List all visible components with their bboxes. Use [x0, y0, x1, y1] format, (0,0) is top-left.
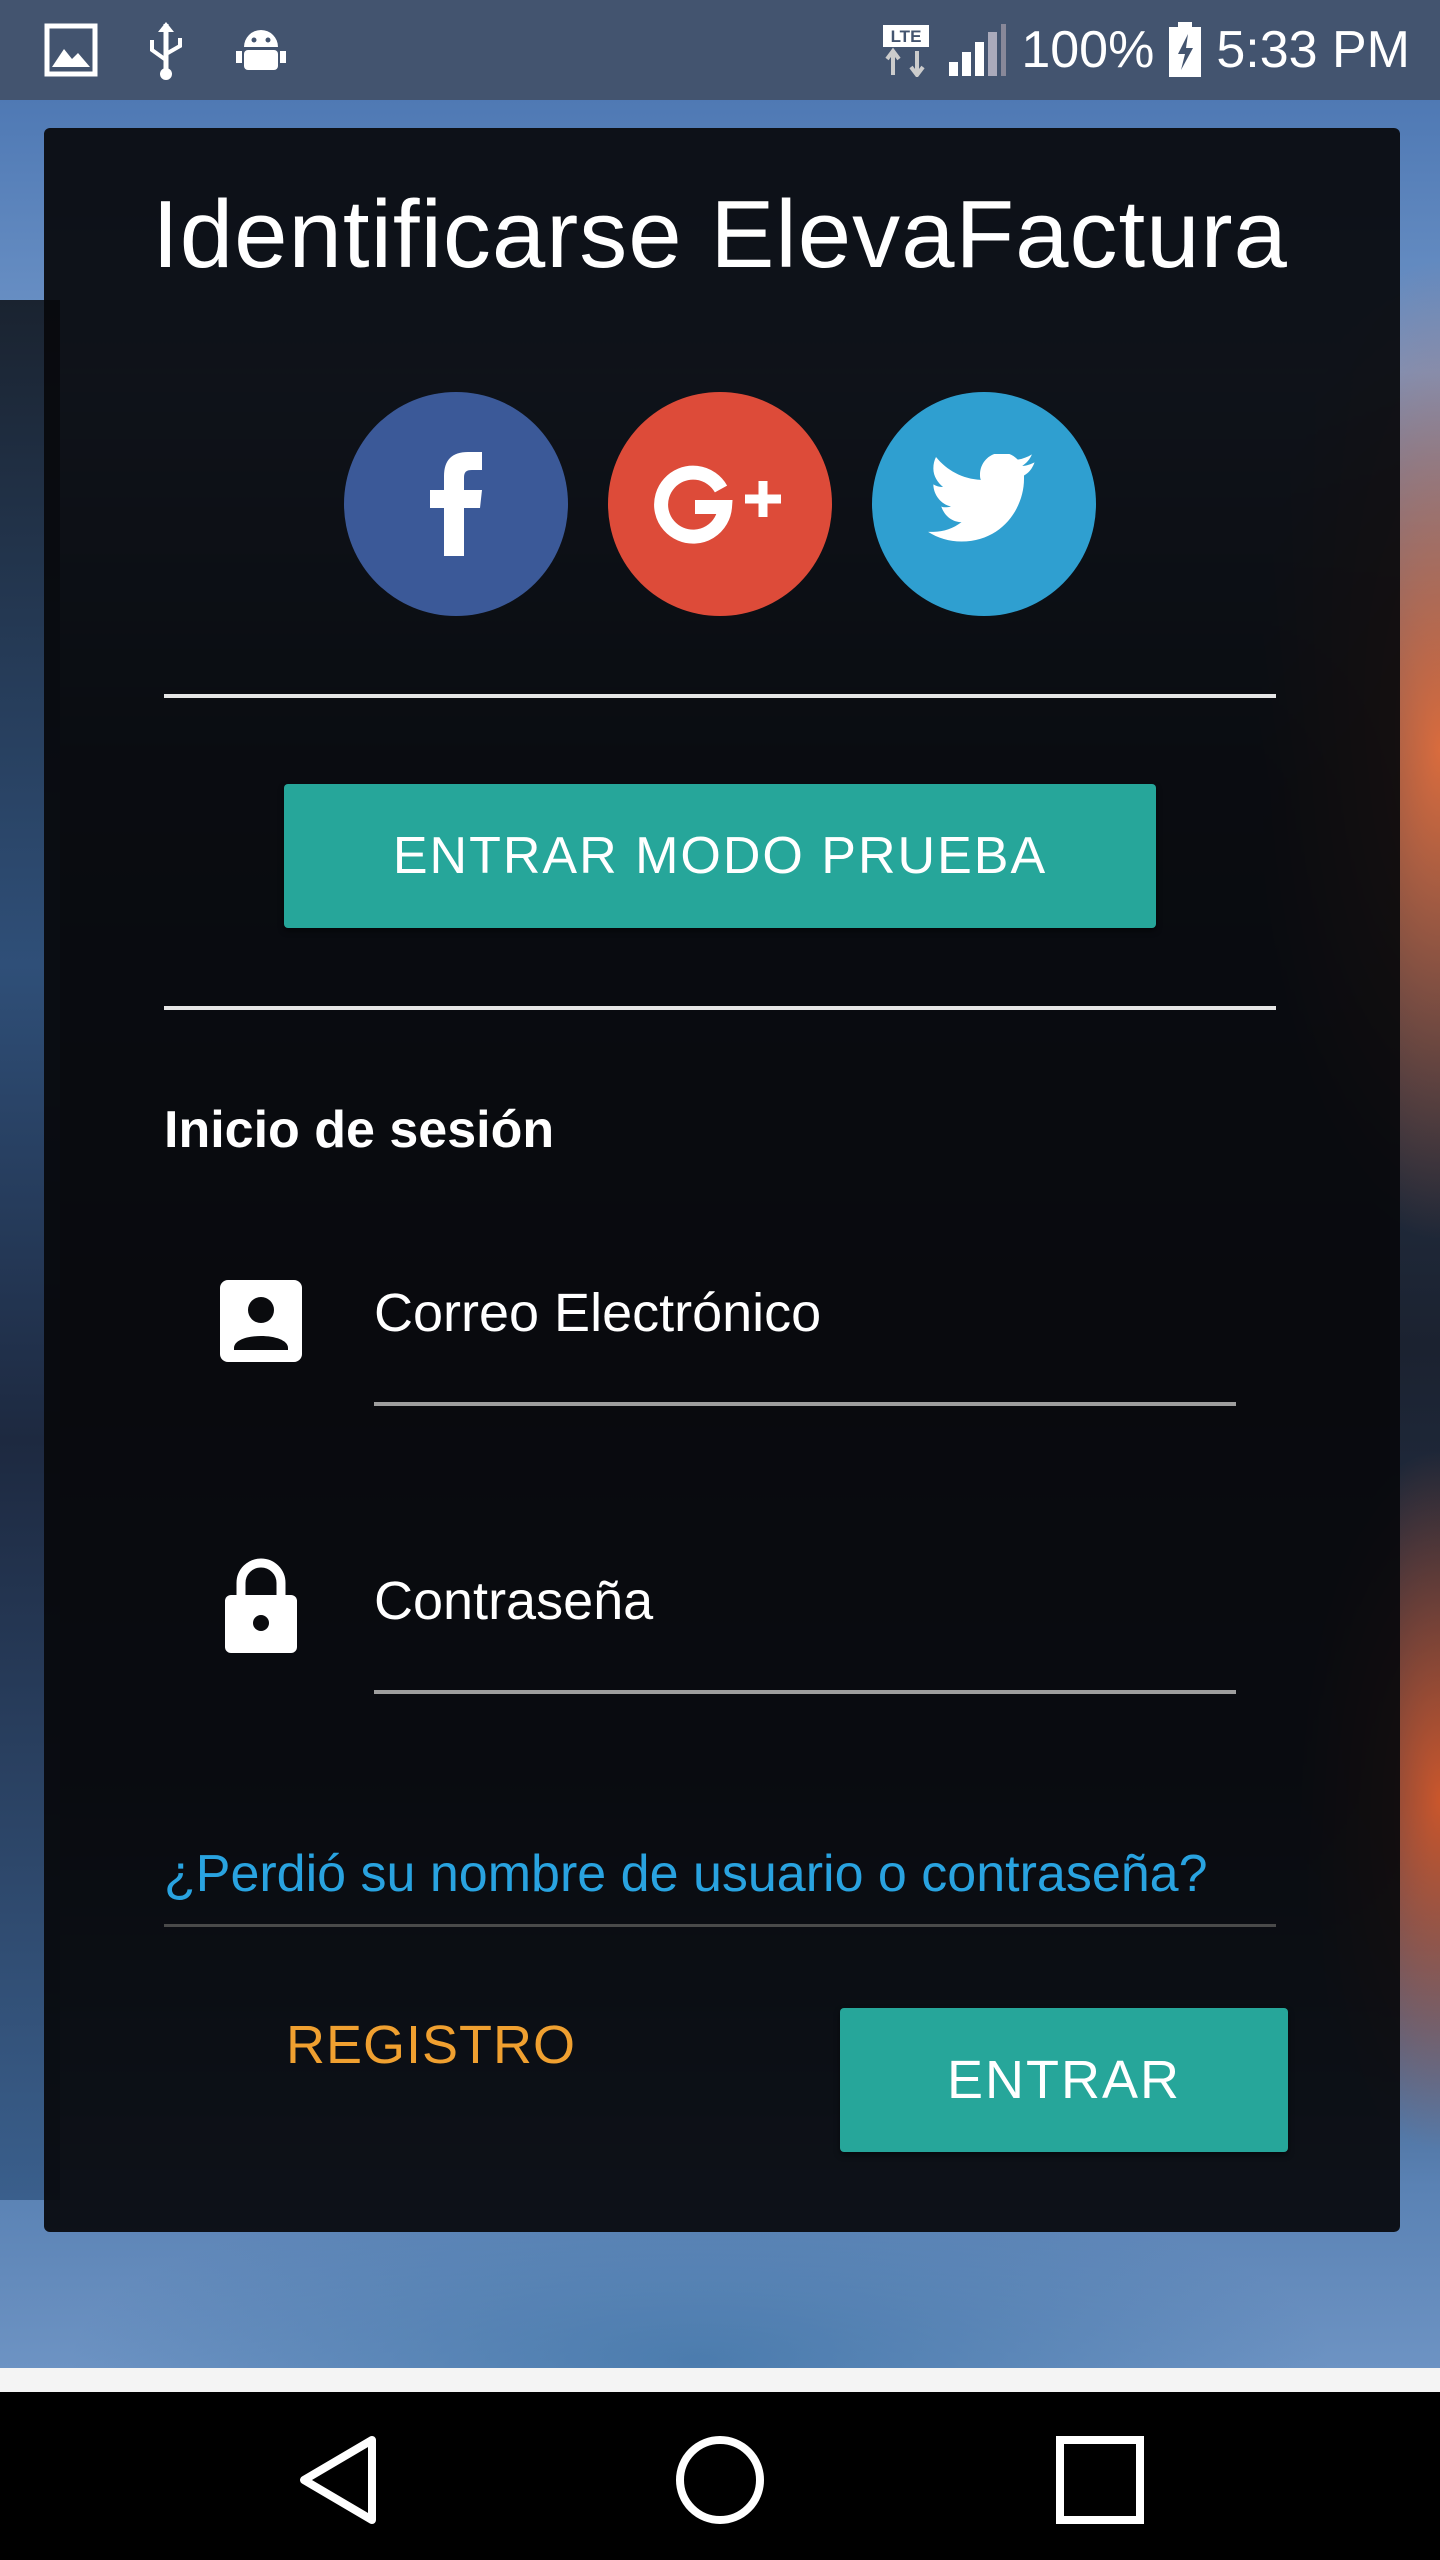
- status-bar-left: [44, 20, 288, 80]
- usb-icon: [146, 20, 186, 80]
- login-screen: LTE 100% 5:33 PM Identificarse ElevaFact…: [0, 0, 1440, 2560]
- forgot-link-underline: [164, 1924, 1276, 1927]
- screen-bottom-strip: [0, 2368, 1440, 2392]
- password-field[interactable]: Contraseña: [374, 1570, 653, 1632]
- enter-button[interactable]: ENTRAR: [840, 2008, 1288, 2152]
- signal-icon: [947, 22, 1007, 78]
- home-icon: [676, 2436, 764, 2524]
- back-button[interactable]: [280, 2420, 400, 2540]
- account-box-icon: [216, 1276, 306, 1366]
- home-button[interactable]: [660, 2420, 780, 2540]
- forgot-password-link[interactable]: ¿Perdió su nombre de usuario o contraseñ…: [164, 1844, 1208, 1904]
- page-title: Identificarse ElevaFactura: [152, 181, 1288, 288]
- battery-charging-icon: [1168, 22, 1202, 78]
- facebook-icon: [430, 452, 482, 556]
- status-bar-right: LTE 100% 5:33 PM: [879, 20, 1410, 80]
- svg-text:LTE: LTE: [891, 27, 922, 46]
- divider-top: [164, 694, 1276, 698]
- twitter-icon: [928, 454, 1035, 542]
- email-field-underline: [374, 1402, 1236, 1406]
- password-field-underline: [374, 1690, 1236, 1694]
- facebook-login-button[interactable]: [344, 392, 568, 616]
- lte-icon: LTE: [879, 23, 933, 77]
- trial-mode-button[interactable]: ENTRAR MODO PRUEBA: [284, 784, 1156, 928]
- android-debug-icon: [234, 23, 288, 77]
- google-plus-login-button[interactable]: [608, 392, 832, 616]
- recents-button[interactable]: [1040, 2420, 1160, 2540]
- navigation-bar: [0, 2392, 1440, 2560]
- clock: 5:33 PM: [1216, 21, 1410, 79]
- google-plus-icon: [654, 465, 781, 544]
- recents-icon: [1056, 2436, 1144, 2524]
- twitter-login-button[interactable]: [872, 392, 1096, 616]
- email-field[interactable]: Correo Electrónico: [374, 1282, 821, 1344]
- lock-icon: [216, 1558, 306, 1653]
- back-icon: [300, 2436, 376, 2524]
- battery-percent: 100%: [1021, 21, 1155, 79]
- divider-middle: [164, 1006, 1276, 1010]
- register-button[interactable]: REGISTRO: [286, 2014, 576, 2076]
- gallery-icon: [44, 23, 98, 77]
- login-section-label: Inicio de sesión: [164, 1101, 555, 1159]
- status-bar: LTE 100% 5:33 PM: [0, 0, 1440, 100]
